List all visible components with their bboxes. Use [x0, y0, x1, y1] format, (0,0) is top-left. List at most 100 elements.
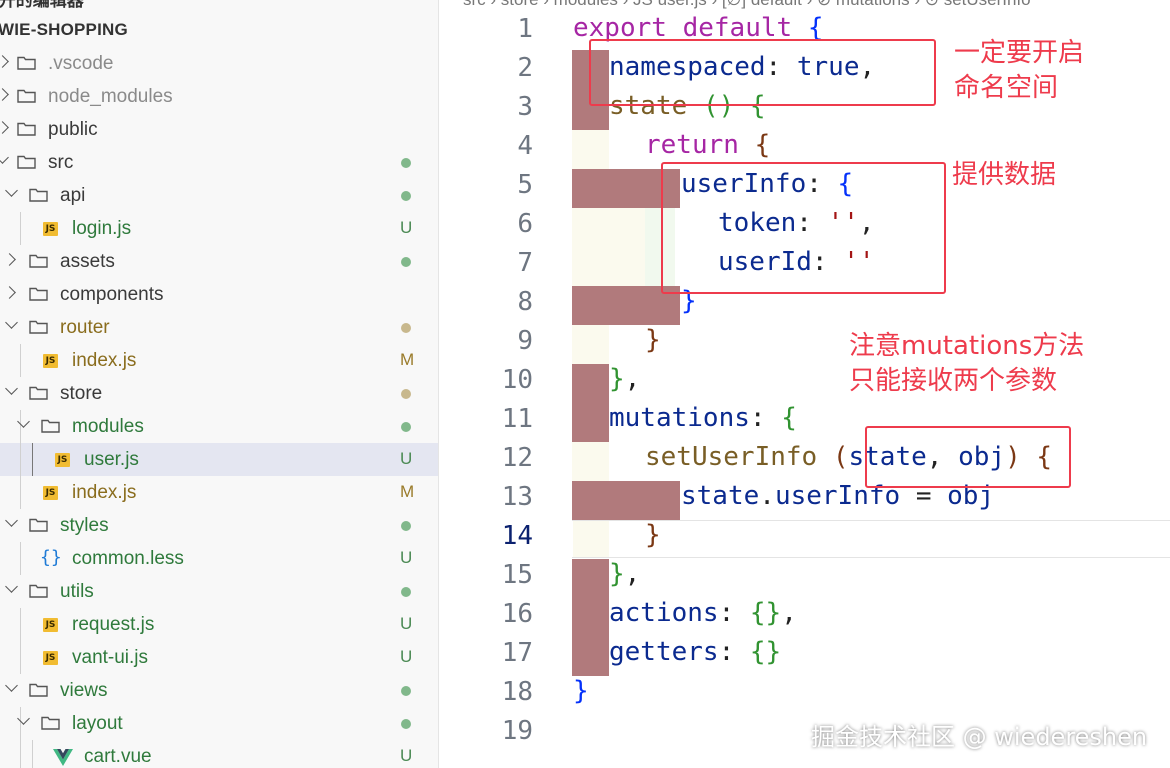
token-bracket: }	[645, 520, 661, 550]
git-status-letter: M	[400, 482, 415, 501]
annotation-text: 提供数据	[952, 160, 1057, 190]
line-number: 2	[517, 53, 533, 83]
javascript-file-icon: JS	[55, 453, 70, 467]
line-number-current: 14	[501, 521, 533, 551]
code-line-17[interactable]: getters: {}	[609, 637, 781, 667]
folder-icon	[17, 155, 36, 169]
tree-item-label: user.js	[84, 449, 139, 470]
tree-item-api[interactable]: api	[0, 179, 438, 212]
token-bracket: }	[645, 325, 661, 355]
token-bracket: }	[609, 559, 625, 589]
diff-decoration	[572, 481, 680, 520]
git-status-dot	[401, 422, 411, 432]
tree-item-router[interactable]: router	[0, 311, 438, 344]
tree-item-styles[interactable]: styles	[0, 509, 438, 542]
git-status-letter: U	[400, 218, 413, 237]
token-property: actions	[609, 598, 719, 628]
code-line-16[interactable]: actions: {},	[609, 598, 797, 628]
tree-item-store-index-js[interactable]: JS index.js M	[0, 476, 438, 509]
tree-item-cart-vue[interactable]: cart.vue U	[0, 740, 438, 768]
line-number: 13	[501, 482, 533, 512]
indent-guide	[20, 740, 21, 768]
folder-icon	[17, 89, 36, 103]
tree-item-user-js[interactable]: JS user.js U	[0, 443, 438, 476]
token-punct: ,	[624, 559, 641, 589]
project-root-header[interactable]: WIE-SHOPPING	[0, 20, 128, 40]
line-number: 17	[501, 638, 533, 668]
breadcrumb[interactable]: src › store › modules › JS user.js › [∅]…	[463, 0, 1031, 10]
javascript-file-icon: JS	[43, 486, 58, 500]
tree-item-common-less[interactable]: {} common.less U	[0, 542, 438, 575]
line-number: 1	[517, 14, 533, 44]
tree-item-public[interactable]: public	[0, 113, 438, 146]
git-status-dot	[401, 191, 411, 201]
folder-icon	[29, 518, 48, 532]
tree-item-vant-ui-js[interactable]: JS vant-ui.js U	[0, 641, 438, 674]
tree-item-login-js[interactable]: JS login.js U	[0, 212, 438, 245]
annotation-box-namespaced	[589, 39, 936, 106]
braces-file-icon: {}	[40, 547, 62, 568]
token-property: mutations	[609, 403, 750, 433]
chevron-down-icon	[5, 580, 18, 593]
code-line-10[interactable]: },	[609, 364, 640, 394]
code-line-11[interactable]: mutations: {	[609, 403, 797, 433]
indent-guide	[20, 476, 21, 509]
folder-icon	[29, 287, 48, 301]
git-status-letter: U	[400, 647, 413, 666]
code-line-18[interactable]: }	[573, 676, 589, 706]
token-punct: :	[718, 598, 735, 628]
token-function: setUserInfo	[645, 442, 818, 472]
tree-item-node-modules[interactable]: node_modules	[0, 80, 438, 113]
tree-item-modules[interactable]: modules	[0, 410, 438, 443]
tree-item-router-index-js[interactable]: JS index.js M	[0, 344, 438, 377]
line-number: 15	[501, 560, 533, 590]
tree-item-label: modules	[72, 416, 144, 437]
indent-guide	[20, 443, 21, 476]
tree-item-components[interactable]: components	[0, 278, 438, 311]
git-status-dot	[401, 323, 411, 333]
token-bracket: (	[832, 442, 849, 472]
tree-item-request-js[interactable]: JS request.js U	[0, 608, 438, 641]
code-line-4[interactable]: return {	[645, 130, 770, 160]
folder-icon	[17, 56, 36, 70]
code-line-15[interactable]: },	[609, 559, 640, 589]
token-bracket: }	[609, 364, 625, 394]
token-punct: .	[759, 481, 775, 511]
code-line-9[interactable]: }	[645, 325, 661, 355]
indent-guide	[20, 608, 21, 641]
token-bracket: }	[573, 676, 589, 706]
token-punct: ,	[781, 598, 797, 628]
annotation-line: 只能接收两个参数	[849, 366, 1058, 396]
open-editors-header[interactable]: I开的编辑器	[0, 0, 84, 11]
tree-item-label: .vscode	[48, 53, 114, 74]
tree-item-views[interactable]: views	[0, 674, 438, 707]
line-number: 8	[517, 287, 533, 317]
indent-guide	[20, 410, 21, 443]
token-punct: :	[718, 637, 735, 667]
git-status-dot	[401, 257, 411, 267]
git-status-letter: M	[400, 350, 415, 369]
annotation-box-params	[865, 426, 1071, 488]
chevron-right-icon	[0, 88, 9, 101]
token-keyword: return	[645, 130, 739, 160]
annotation-line: 命名空间	[954, 73, 1059, 103]
tree-item-assets[interactable]: assets	[0, 245, 438, 278]
code-editor[interactable]: src › store › modules › JS user.js › [∅]…	[439, 0, 1170, 768]
tree-item-label: index.js	[72, 350, 137, 371]
code-line-14[interactable]: }	[645, 520, 661, 550]
line-number: 4	[517, 131, 533, 161]
tree-item-label: assets	[60, 251, 115, 272]
tree-item-store[interactable]: store	[0, 377, 438, 410]
git-status-letter: U	[400, 449, 413, 468]
tree-item-label: store	[60, 383, 103, 404]
javascript-file-icon: JS	[43, 222, 58, 236]
token-bracket: {	[781, 403, 797, 433]
tree-item-layout[interactable]: layout	[0, 707, 438, 740]
token-punct: :	[749, 403, 766, 433]
token-bracket: {	[754, 130, 771, 160]
indent-guide	[20, 707, 21, 740]
tree-item-utils[interactable]: utils	[0, 575, 438, 608]
git-status-dot	[401, 389, 411, 399]
tree-item-vscode[interactable]: .vscode	[0, 47, 438, 80]
tree-item-src[interactable]: src	[0, 146, 438, 179]
